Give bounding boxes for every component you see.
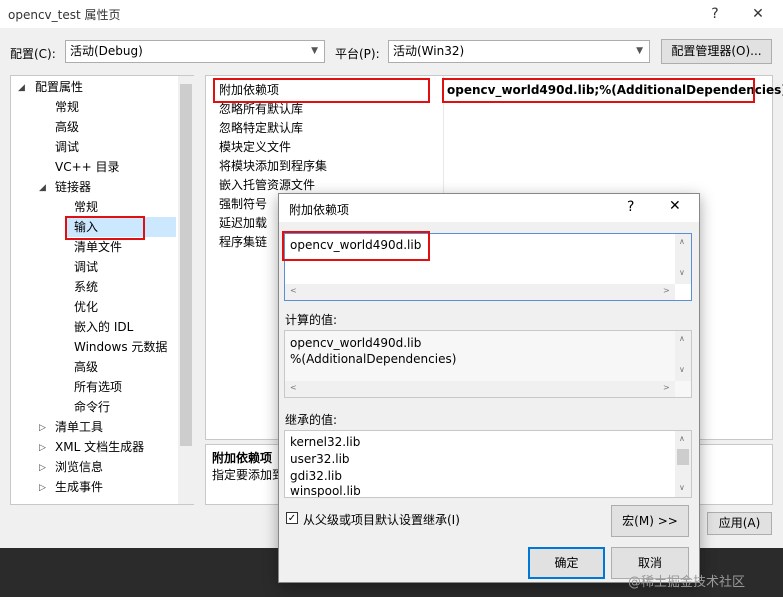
- tree-item-linker-general[interactable]: 常规: [74, 197, 98, 217]
- tree-item-browse-info[interactable]: 浏览信息: [55, 457, 103, 477]
- highlight-box: [213, 78, 430, 103]
- highlight-box: [442, 78, 755, 103]
- scroll-up-icon[interactable]: ∧: [679, 434, 685, 443]
- description-title: 附加依赖项: [212, 451, 273, 465]
- inherited-scroll-thumb[interactable]: [677, 449, 689, 465]
- property-row-ignore-specific-default[interactable]: 忽略特定默认库: [219, 119, 303, 138]
- property-row-assembly-link[interactable]: 程序集链: [219, 233, 267, 252]
- scroll-down-icon[interactable]: ∨: [679, 483, 685, 492]
- scroll-down-icon[interactable]: ∨: [679, 365, 685, 374]
- config-value: 活动(Debug): [70, 44, 143, 58]
- tree-item-linker-command-line[interactable]: 命令行: [74, 397, 110, 417]
- tree-item-debugging[interactable]: 调试: [55, 137, 79, 157]
- config-label: 配置(C):: [10, 47, 56, 61]
- dialog-close-button[interactable]: ✕: [669, 198, 681, 214]
- expand-right-icon[interactable]: ▷: [39, 483, 46, 493]
- computed-line-1: %(AdditionalDependencies): [290, 352, 457, 366]
- tree-item-vc-directories[interactable]: VC++ 目录: [55, 157, 120, 177]
- property-row-module-def-file[interactable]: 模块定义文件: [219, 138, 291, 157]
- expand-right-icon[interactable]: ▷: [39, 423, 46, 433]
- title-bar: opencv_test 属性页 ? ✕: [0, 0, 783, 28]
- tree-scroll-thumb[interactable]: [180, 84, 192, 446]
- tree-scrollbar[interactable]: [178, 76, 194, 504]
- inherited-line-2: gdi32.lib: [290, 469, 342, 483]
- scroll-right-icon[interactable]: >: [663, 383, 670, 392]
- apply-button[interactable]: 应用(A): [707, 512, 772, 535]
- tree-item-linker-windows-metadata[interactable]: Windows 元数据: [74, 337, 167, 357]
- config-select[interactable]: 活动(Debug) ▼: [65, 40, 325, 63]
- tree-item-linker-manifest[interactable]: 清单文件: [74, 237, 122, 257]
- additional-deps-dialog: 附加依赖项 ? ✕ opencv_world490d.lib ∧ ∨ < > 计…: [278, 193, 700, 583]
- expand-right-icon[interactable]: ▷: [39, 463, 46, 473]
- tree-item-manifest-tool[interactable]: 清单工具: [55, 417, 103, 437]
- chevron-down-icon: ▼: [311, 46, 318, 56]
- window-title: opencv_test 属性页: [8, 8, 121, 22]
- dialog-title: 附加依赖项: [289, 203, 350, 217]
- scroll-left-icon[interactable]: <: [290, 383, 297, 392]
- help-button[interactable]: ?: [695, 2, 735, 26]
- inherited-values-label: 继承的值:: [285, 413, 338, 427]
- scroll-right-icon[interactable]: >: [663, 286, 670, 295]
- inherited-line-1: user32.lib: [290, 452, 350, 466]
- tree-item-linker-all-options[interactable]: 所有选项: [74, 377, 122, 397]
- macro-button[interactable]: 宏(M) >>: [611, 505, 689, 537]
- computed-line-0: opencv_world490d.lib: [290, 336, 422, 350]
- scroll-up-icon[interactable]: ∧: [679, 237, 685, 246]
- dialog-help-button[interactable]: ?: [627, 199, 634, 215]
- description-text: 指定要添加到: [212, 468, 285, 482]
- input-hscrollbar[interactable]: < >: [285, 284, 675, 300]
- close-button[interactable]: ✕: [738, 2, 778, 26]
- tree-item-xml-doc-generator[interactable]: XML 文档生成器: [55, 437, 144, 457]
- tree-item-linker-embedded-idl[interactable]: 嵌入的 IDL: [74, 317, 133, 337]
- tree-item-config-properties[interactable]: 配置属性: [35, 77, 83, 97]
- expand-down-icon[interactable]: ◢: [18, 83, 25, 93]
- inherited-values-box: kernel32.lib user32.lib gdi32.lib winspo…: [284, 430, 692, 498]
- tree-item-build-events[interactable]: 生成事件: [55, 477, 103, 497]
- input-vscrollbar[interactable]: ∧ ∨: [675, 234, 691, 284]
- expand-right-icon[interactable]: ▷: [39, 443, 46, 453]
- scroll-left-icon[interactable]: <: [290, 286, 297, 295]
- computed-values-label: 计算的值:: [285, 313, 338, 327]
- inherited-vscrollbar[interactable]: ∧ ∨: [675, 431, 691, 497]
- inherited-line-3: winspool.lib: [290, 485, 361, 497]
- tree-item-advanced[interactable]: 高级: [55, 117, 79, 137]
- tree-item-linker-advanced[interactable]: 高级: [74, 357, 98, 377]
- platform-value: 活动(Win32): [393, 44, 465, 58]
- computed-hscrollbar[interactable]: < >: [285, 381, 675, 397]
- property-row-add-module-to-assembly[interactable]: 将模块添加到程序集: [219, 157, 327, 176]
- watermark: @稀土掘金技术社区: [628, 575, 746, 590]
- highlight-box: [282, 231, 430, 261]
- inherited-line-0: kernel32.lib: [290, 435, 361, 449]
- dialog-title-bar: 附加依赖项 ? ✕: [279, 194, 699, 222]
- tree-item-linker[interactable]: 链接器: [55, 177, 91, 197]
- property-row-force-symbol[interactable]: 强制符号: [219, 195, 267, 214]
- scroll-down-icon[interactable]: ∨: [679, 268, 685, 277]
- inherit-checkbox[interactable]: ✓: [286, 512, 298, 524]
- property-row-delay-load[interactable]: 延迟加载: [219, 214, 267, 233]
- scroll-up-icon[interactable]: ∧: [679, 334, 685, 343]
- computed-values-box: opencv_world490d.lib %(AdditionalDepende…: [284, 330, 692, 398]
- platform-label: 平台(P):: [335, 47, 380, 61]
- tree-item-linker-optimization[interactable]: 优化: [74, 297, 98, 317]
- property-tree: ◢ 配置属性 常规 高级 调试 VC++ 目录 ◢ 链接器 常规 输入 清单文件…: [10, 75, 194, 505]
- computed-vscrollbar[interactable]: ∧ ∨: [675, 331, 691, 381]
- platform-select[interactable]: 活动(Win32) ▼: [388, 40, 650, 63]
- ok-button[interactable]: 确定: [528, 547, 605, 579]
- chevron-down-icon: ▼: [636, 46, 643, 56]
- tree-item-general[interactable]: 常规: [55, 97, 79, 117]
- tree-item-linker-debugging[interactable]: 调试: [74, 257, 98, 277]
- tree-item-linker-input[interactable]: 输入: [74, 217, 98, 237]
- config-manager-button[interactable]: 配置管理器(O)...: [661, 39, 772, 64]
- tree-item-linker-system[interactable]: 系统: [74, 277, 98, 297]
- expand-down-icon[interactable]: ◢: [39, 183, 46, 193]
- inherit-checkbox-label[interactable]: 从父级或项目默认设置继承(I): [303, 511, 460, 528]
